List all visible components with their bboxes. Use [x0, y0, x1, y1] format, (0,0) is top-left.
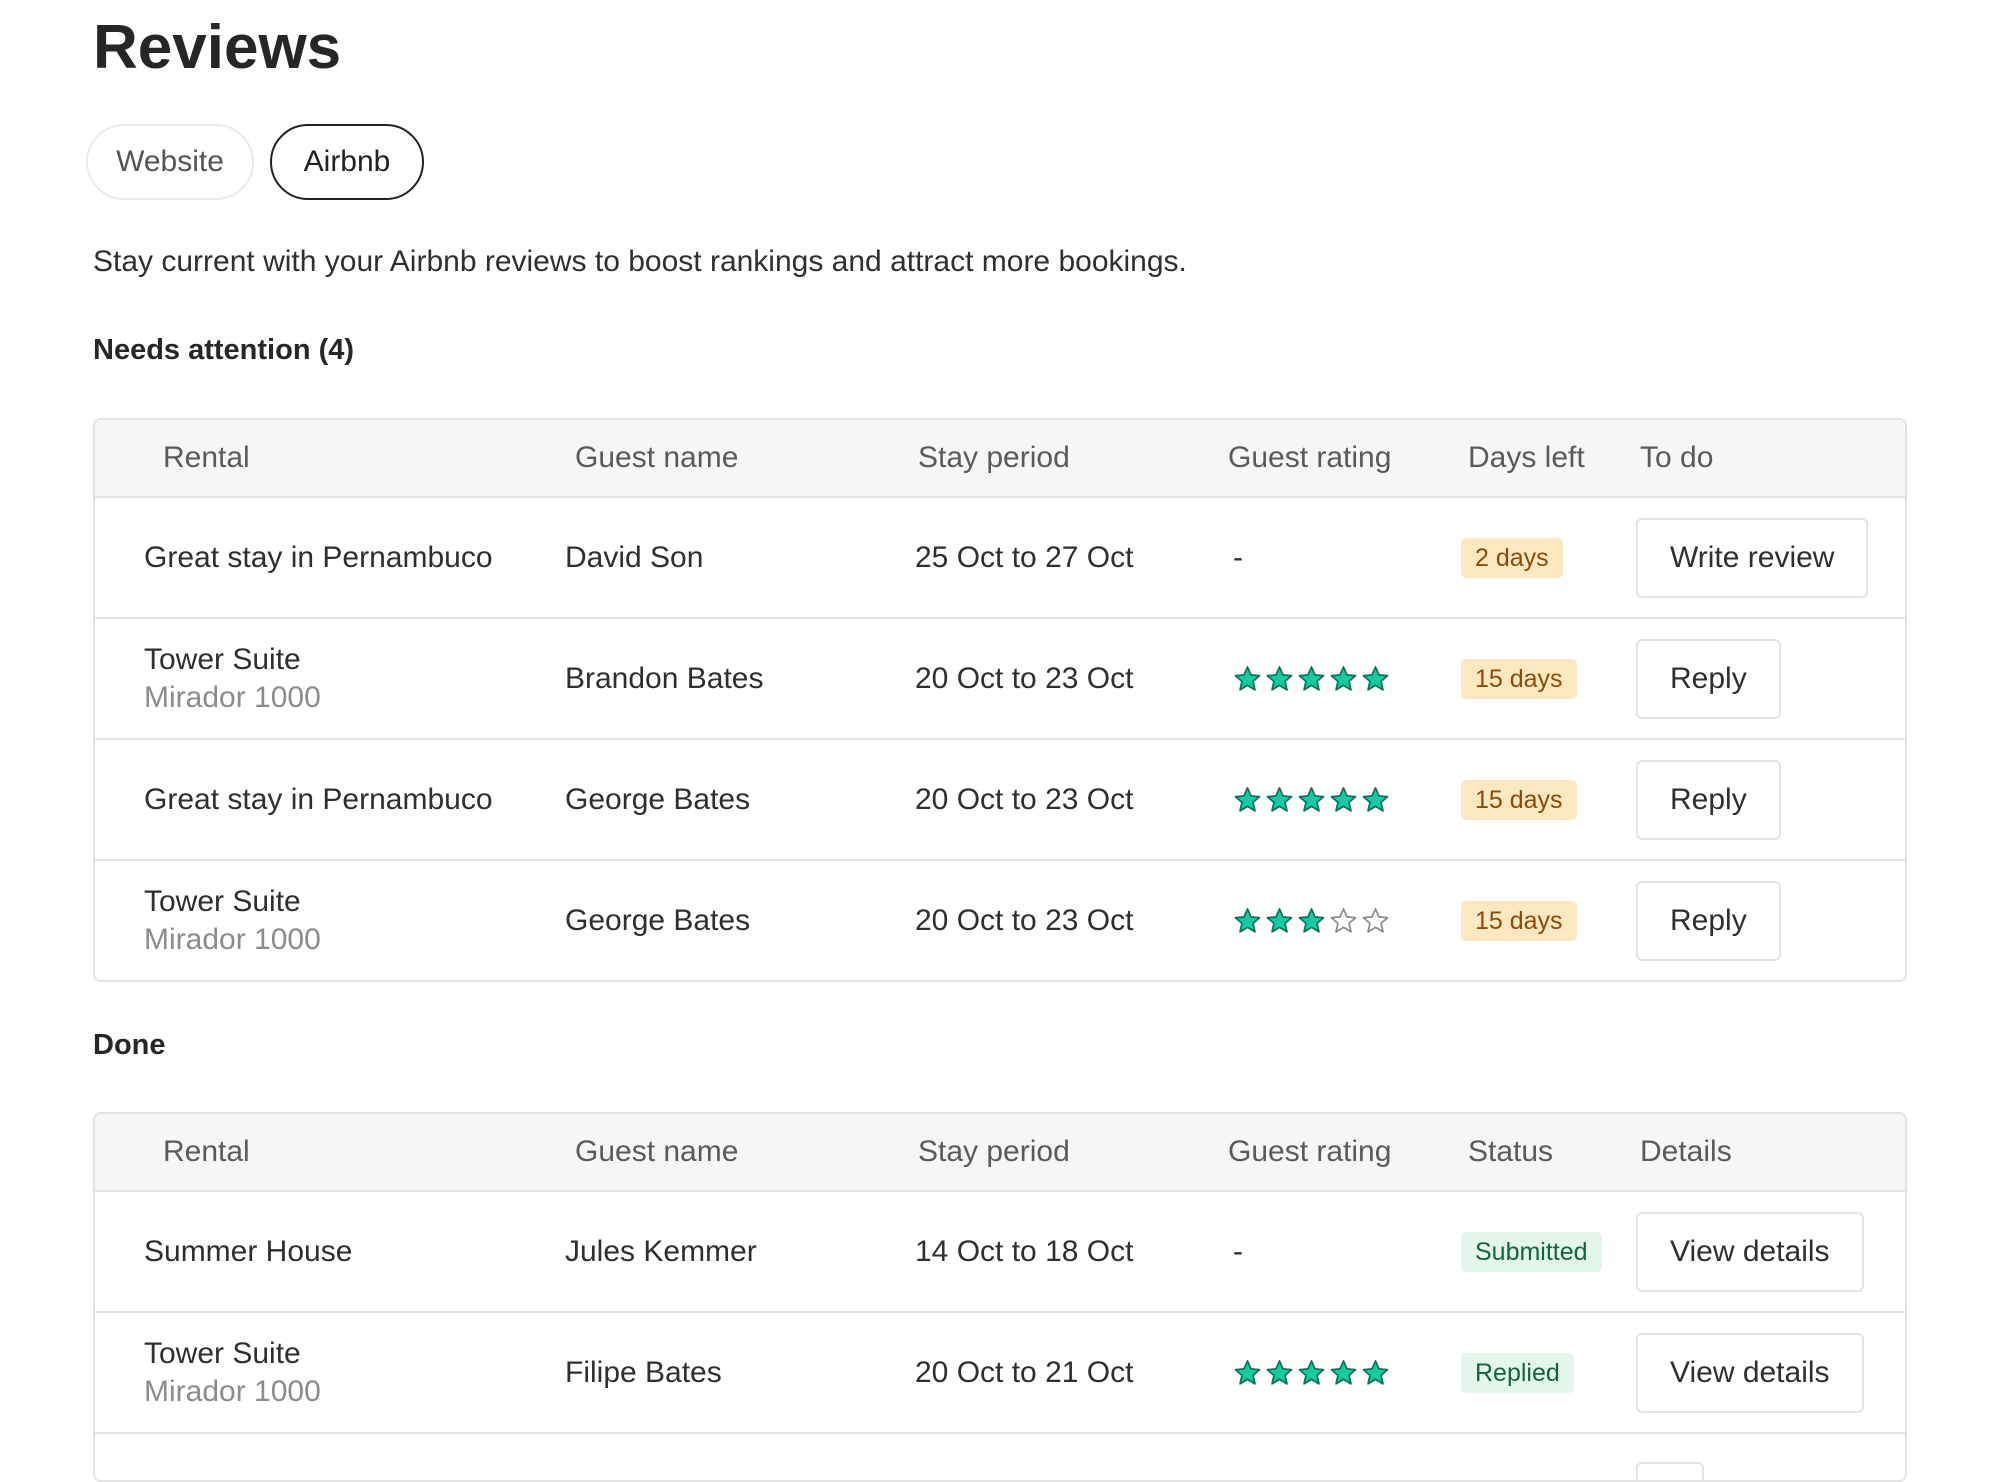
guest-name: Filipe Bates: [565, 1355, 722, 1389]
needs-attention-heading: Needs attention (4): [93, 334, 355, 366]
view-details-button[interactable]: View details: [1636, 1332, 1864, 1413]
guest-name: David Son: [565, 540, 704, 574]
no-rating: -: [1233, 540, 1243, 574]
table-row: [95, 1434, 1905, 1480]
stay-period: 20 Oct to 23 Oct: [915, 903, 1134, 937]
guest-name: Brandon Bates: [565, 661, 764, 695]
rental-name: Tower Suite: [144, 642, 301, 676]
table-row: Tower Suite Mirador 1000 George Bates 20…: [95, 861, 1905, 980]
star-filled-icon: [1330, 786, 1357, 812]
column-header-guest-name: Guest name: [575, 1135, 739, 1168]
star-filled-icon: [1298, 665, 1325, 691]
intro-text: Stay current with your Airbnb reviews to…: [93, 245, 1187, 278]
rental-cell: Tower Suite Mirador 1000: [144, 641, 321, 717]
star-filled-icon: [1298, 786, 1325, 812]
rental-name: Great stay in Pernambuco: [144, 540, 493, 574]
view-details-button[interactable]: View details: [1636, 1211, 1864, 1292]
star-rating: [1233, 785, 1390, 814]
rental-name: Great stay in Pernambuco: [144, 782, 493, 816]
rental-name: Tower Suite: [144, 884, 301, 918]
table-row: Tower Suite Mirador 1000 Filipe Bates 20…: [95, 1313, 1905, 1434]
column-header-to-do: To do: [1640, 441, 1714, 474]
table-header: Rental Guest name Stay period Guest rati…: [95, 1114, 1905, 1192]
star-filled-icon: [1266, 907, 1293, 933]
column-header-days-left: Days left: [1468, 441, 1585, 474]
table-header: Rental Guest name Stay period Guest rati…: [95, 420, 1905, 498]
guest-name: Jules Kemmer: [565, 1234, 757, 1268]
tab-website[interactable]: Website: [86, 124, 254, 200]
rental-cell: Great stay in Pernambuco: [144, 539, 493, 577]
table-row: Great stay in Pernambuco David Son 25 Oc…: [95, 498, 1905, 619]
reply-button[interactable]: Reply: [1636, 638, 1781, 719]
table-row: Great stay in Pernambuco George Bates 20…: [95, 740, 1905, 861]
stay-period: 20 Oct to 23 Oct: [915, 661, 1134, 695]
days-left-badge: 2 days: [1461, 537, 1563, 578]
star-rating: [1233, 906, 1390, 935]
stay-period: 20 Oct to 21 Oct: [915, 1355, 1134, 1389]
star-filled-icon: [1330, 665, 1357, 691]
table-row: Summer House Jules Kemmer 14 Oct to 18 O…: [95, 1192, 1905, 1313]
days-left-badge: 15 days: [1461, 900, 1577, 941]
days-left-badge: 15 days: [1461, 779, 1577, 820]
star-empty-icon: [1330, 907, 1357, 933]
star-filled-icon: [1362, 665, 1389, 691]
done-table: Rental Guest name Stay period Guest rati…: [93, 1112, 1907, 1482]
table-row: Tower Suite Mirador 1000 Brandon Bates 2…: [95, 619, 1905, 740]
reply-button[interactable]: Reply: [1636, 880, 1781, 961]
status-badge: Submitted: [1461, 1231, 1602, 1272]
star-filled-icon: [1362, 786, 1389, 812]
star-rating: [1233, 1358, 1390, 1387]
column-header-stay-period: Stay period: [918, 441, 1070, 474]
days-left-badge: 15 days: [1461, 658, 1577, 699]
rental-subtitle: Mirador 1000: [144, 922, 321, 956]
tab-airbnb[interactable]: Airbnb: [270, 124, 424, 200]
no-rating: -: [1233, 1234, 1243, 1268]
column-header-guest-rating: Guest rating: [1228, 1135, 1392, 1168]
status-badge: Replied: [1461, 1352, 1574, 1393]
star-rating: [1233, 664, 1390, 693]
column-header-rental: Rental: [163, 1135, 250, 1168]
star-filled-icon: [1362, 1359, 1389, 1385]
needs-attention-table: Rental Guest name Stay period Guest rati…: [93, 418, 1907, 982]
column-header-rental: Rental: [163, 441, 250, 474]
rental-cell: Tower Suite Mirador 1000: [144, 883, 321, 959]
star-filled-icon: [1298, 1359, 1325, 1385]
rental-name: Tower Suite: [144, 1336, 301, 1370]
rental-subtitle: Mirador 1000: [144, 1374, 321, 1408]
column-header-details: Details: [1640, 1135, 1732, 1168]
column-header-guest-name: Guest name: [575, 441, 739, 474]
column-header-status: Status: [1468, 1135, 1554, 1168]
write-review-button[interactable]: Write review: [1636, 517, 1869, 598]
star-filled-icon: [1298, 907, 1325, 933]
star-filled-icon: [1330, 1359, 1357, 1385]
star-filled-icon: [1266, 786, 1293, 812]
star-filled-icon: [1234, 907, 1261, 933]
view-details-button[interactable]: [1636, 1462, 1704, 1480]
rental-subtitle: Mirador 1000: [144, 680, 321, 714]
star-filled-icon: [1234, 1359, 1261, 1385]
guest-name: George Bates: [565, 903, 751, 937]
star-empty-icon: [1362, 907, 1389, 933]
done-heading: Done: [93, 1029, 166, 1061]
rental-cell: Summer House: [144, 1233, 352, 1271]
stay-period: 20 Oct to 23 Oct: [915, 782, 1134, 816]
star-filled-icon: [1266, 1359, 1293, 1385]
stay-period: 14 Oct to 18 Oct: [915, 1234, 1134, 1268]
stay-period: 25 Oct to 27 Oct: [915, 540, 1134, 574]
star-filled-icon: [1234, 786, 1261, 812]
source-tabs: Website Airbnb: [86, 124, 424, 200]
rental-cell: Tower Suite Mirador 1000: [144, 1335, 321, 1411]
star-filled-icon: [1234, 665, 1261, 691]
column-header-stay-period: Stay period: [918, 1135, 1070, 1168]
rental-name: Summer House: [144, 1234, 353, 1268]
page-title: Reviews: [93, 13, 342, 82]
reply-button[interactable]: Reply: [1636, 759, 1781, 840]
star-filled-icon: [1266, 665, 1293, 691]
rental-cell: Great stay in Pernambuco: [144, 781, 493, 819]
guest-name: George Bates: [565, 782, 751, 816]
column-header-guest-rating: Guest rating: [1228, 441, 1392, 474]
